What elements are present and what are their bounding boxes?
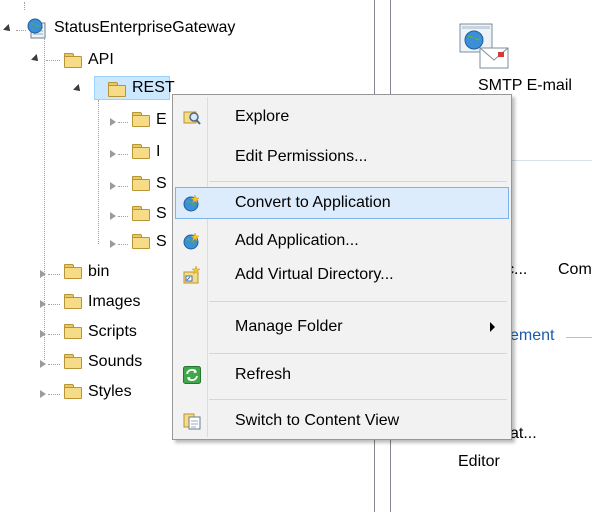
tree-line	[48, 394, 60, 395]
collapse-arrow-icon[interactable]	[110, 240, 116, 248]
tree-item-images[interactable]: Images	[88, 292, 140, 312]
expand-arrow-icon[interactable]	[31, 54, 41, 64]
add-app-globe-icon	[183, 232, 201, 250]
tree-item-rest-child[interactable]: I	[156, 142, 160, 162]
tree-line	[48, 274, 60, 275]
menu-item-explore[interactable]: Explore	[175, 101, 509, 133]
collapse-arrow-icon[interactable]	[40, 300, 46, 308]
feature-label-partial[interactable]: Com	[558, 260, 592, 280]
folder-icon	[64, 264, 82, 279]
menu-item-switch-to-content-view[interactable]: Switch to Content View	[175, 405, 509, 437]
menu-item-label: Refresh	[235, 366, 292, 383]
menu-item-label: Convert to Application	[235, 194, 391, 211]
feature-label-partial[interactable]: at...	[510, 424, 537, 444]
menu-item-label: Add Virtual Directory...	[235, 266, 394, 283]
menu-separator	[209, 181, 507, 182]
submenu-arrow-icon	[490, 322, 495, 332]
tree-item-rest[interactable]: REST	[132, 78, 175, 98]
menu-separator	[209, 353, 507, 354]
collapse-arrow-icon[interactable]	[110, 118, 116, 126]
section-header: ement	[510, 327, 555, 344]
smtp-email-label[interactable]: SMTP E-mail	[478, 76, 572, 96]
collapse-arrow-icon[interactable]	[40, 390, 46, 398]
tree-item-rest-child[interactable]: S	[156, 174, 167, 194]
menu-item-refresh[interactable]: Refresh	[175, 359, 509, 391]
menu-item-edit-permissions[interactable]: Edit Permissions...	[175, 141, 509, 173]
menu-item-label: Switch to Content View	[235, 412, 400, 429]
menu-item-label: Manage Folder	[235, 318, 343, 335]
tree-line	[46, 60, 60, 61]
tree-item-rest-child[interactable]: S	[156, 204, 167, 224]
collapse-arrow-icon[interactable]	[40, 360, 46, 368]
tree-line	[48, 364, 60, 365]
tree-line	[118, 154, 128, 155]
tree-line	[118, 216, 128, 217]
folder-icon	[64, 294, 82, 309]
folder-icon	[64, 53, 82, 68]
menu-item-label: Edit Permissions...	[235, 148, 368, 165]
tree-item-sounds[interactable]: Sounds	[88, 352, 142, 372]
menu-separator	[209, 301, 507, 302]
tree-line	[98, 100, 99, 244]
convert-app-globe-icon	[183, 194, 201, 212]
tree-item-rest-child[interactable]: E	[156, 110, 167, 130]
tree-line	[48, 334, 60, 335]
section-header-rule	[566, 337, 592, 338]
tree-item-bin[interactable]: bin	[88, 262, 109, 282]
tree-line	[118, 186, 128, 187]
menu-item-manage-folder[interactable]: Manage Folder	[175, 311, 509, 343]
tree-line	[16, 30, 26, 31]
separator-line	[508, 160, 592, 161]
menu-item-label: Explore	[235, 108, 290, 125]
tree-root-label[interactable]: StatusEnterpriseGateway	[54, 18, 235, 38]
folder-icon	[132, 144, 150, 159]
folder-icon	[108, 82, 126, 97]
menu-item-add-application[interactable]: Add Application...	[175, 225, 509, 257]
tree-item-styles[interactable]: Styles	[88, 382, 132, 402]
tree-line	[118, 244, 128, 245]
editor-label[interactable]: Editor	[458, 452, 500, 472]
folder-icon	[64, 324, 82, 339]
tree-item-scripts[interactable]: Scripts	[88, 322, 137, 342]
expand-arrow-icon[interactable]	[3, 24, 13, 34]
tree-line	[24, 2, 25, 10]
collapse-arrow-icon[interactable]	[40, 330, 46, 338]
context-menu: Explore Edit Permissions... Convert to A…	[172, 94, 512, 440]
collapse-arrow-icon[interactable]	[110, 150, 116, 158]
folder-icon	[132, 176, 150, 191]
menu-item-convert-to-application[interactable]: Convert to Application	[175, 187, 509, 219]
tree-line	[44, 36, 45, 360]
collapse-arrow-icon[interactable]	[40, 270, 46, 278]
folder-icon	[132, 112, 150, 127]
smtp-email-icon[interactable]	[458, 22, 510, 72]
folder-icon	[132, 234, 150, 249]
tree-line	[48, 304, 60, 305]
content-view-icon	[183, 412, 201, 430]
folder-icon	[64, 384, 82, 399]
folder-icon	[132, 206, 150, 221]
menu-separator	[209, 399, 507, 400]
collapse-arrow-icon[interactable]	[110, 182, 116, 190]
menu-item-add-virtual-directory[interactable]: Add Virtual Directory...	[175, 259, 509, 291]
add-virtual-dir-icon	[183, 265, 201, 284]
tree-line	[118, 122, 128, 123]
refresh-icon	[183, 366, 201, 384]
explore-icon	[183, 108, 201, 126]
collapse-arrow-icon[interactable]	[110, 212, 116, 220]
tree-item-api[interactable]: API	[88, 50, 114, 70]
menu-item-label: Add Application...	[235, 232, 359, 249]
globe-site-icon	[26, 18, 48, 40]
folder-icon	[64, 354, 82, 369]
expand-arrow-icon[interactable]	[73, 84, 83, 94]
tree-item-rest-child[interactable]: S	[156, 232, 167, 252]
